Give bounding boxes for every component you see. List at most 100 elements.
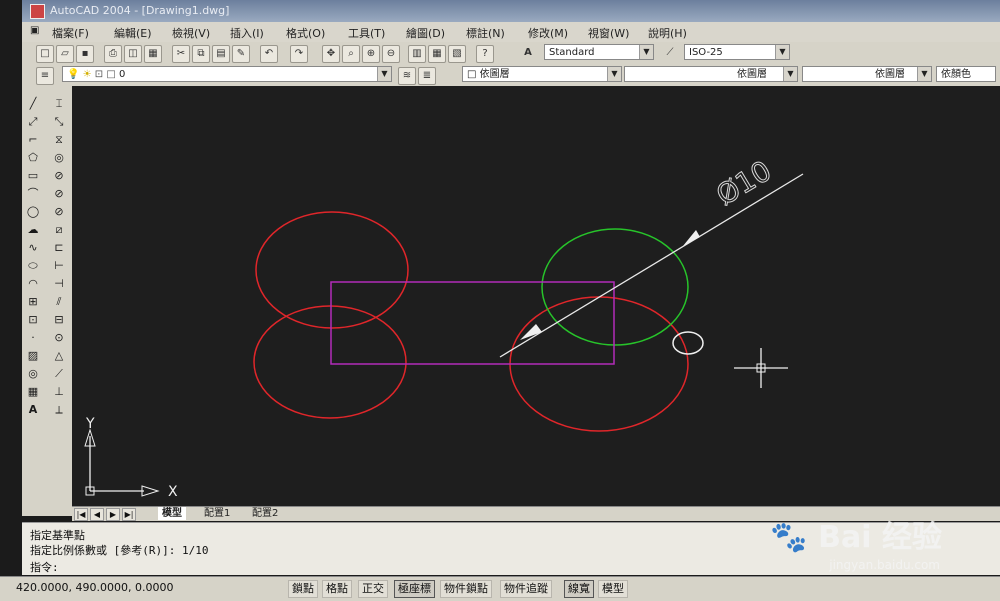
menu-modify[interactable]: 修改(M) [528, 25, 568, 41]
lineweight-toggle[interactable]: 線寬 [564, 580, 594, 598]
dim-aligned-icon[interactable]: ⟂ [50, 402, 68, 417]
menu-format[interactable]: 格式(O) [286, 25, 325, 41]
layer-previous-icon[interactable]: ≣ [418, 67, 436, 85]
text-style-select[interactable]: Standard ▼ [544, 44, 654, 60]
new-icon[interactable]: □ [36, 45, 54, 63]
scale-icon[interactable]: ⧄ [50, 222, 68, 237]
chevron-down-icon[interactable]: ▼ [917, 67, 931, 81]
layer-manager-icon[interactable]: ≡ [36, 67, 54, 85]
insert-block-icon[interactable]: ⊞ [24, 294, 42, 309]
snap-toggle[interactable]: 鎖點 [288, 580, 318, 598]
open-icon[interactable]: ▱ [56, 45, 74, 63]
menu-dimension[interactable]: 標註(N) [466, 25, 505, 41]
ortho-toggle[interactable]: 正交 [358, 580, 388, 598]
chevron-down-icon[interactable]: ▼ [607, 67, 621, 81]
preview-icon[interactable]: ◫ [124, 45, 142, 63]
otrack-toggle[interactable]: 物件追蹤 [500, 580, 552, 598]
magenta-rectangle[interactable] [330, 281, 615, 365]
region-icon[interactable]: ◎ [24, 366, 42, 381]
make-layer-current-icon[interactable]: ≋ [398, 67, 416, 85]
ellipse-icon[interactable]: ⬭ [24, 258, 42, 273]
circle-icon[interactable]: ◯ [24, 204, 42, 219]
publish-icon[interactable]: ▦ [144, 45, 162, 63]
save-icon[interactable]: ▪ [76, 45, 94, 63]
chevron-down-icon[interactable]: ▼ [639, 45, 653, 59]
osnap-toggle[interactable]: 物件鎖點 [440, 580, 492, 598]
small-white-circle[interactable] [672, 331, 704, 355]
last-tab-icon[interactable]: ▶| [122, 508, 136, 521]
cut-icon[interactable]: ✂ [172, 45, 190, 63]
red-circle-top-left[interactable] [255, 211, 409, 329]
menu-view[interactable]: 檢視(V) [172, 25, 210, 41]
break-icon[interactable]: ⫽ [50, 294, 68, 309]
menu-insert[interactable]: 插入(I) [230, 25, 264, 41]
match-properties-icon[interactable]: ✎ [232, 45, 250, 63]
tab-layout1[interactable]: 配置1 [200, 507, 234, 520]
print-icon[interactable]: ⎙ [104, 45, 122, 63]
polar-toggle[interactable]: 極座標 [394, 580, 435, 598]
polygon-icon[interactable]: ⬠ [24, 150, 42, 165]
color-select[interactable]: □ 依圖層 ▼ [462, 66, 622, 82]
extend-icon[interactable]: ⊣ [50, 276, 68, 291]
explode-icon[interactable]: ⟋ [50, 366, 68, 381]
construction-line-icon[interactable]: ⤢ [24, 114, 42, 129]
offset-icon[interactable]: ◎ [50, 150, 68, 165]
join-icon[interactable]: ⊟ [50, 312, 68, 327]
spline-icon[interactable]: ∿ [24, 240, 42, 255]
document-menu-icon[interactable]: ▣ [30, 25, 39, 36]
polyline-icon[interactable]: ⌐ [24, 132, 42, 147]
prev-tab-icon[interactable]: ◀ [90, 508, 104, 521]
mtext-icon[interactable]: A [24, 402, 42, 417]
next-tab-icon[interactable]: ▶ [106, 508, 120, 521]
ellipse-arc-icon[interactable]: ◠ [24, 276, 42, 291]
dim-style-select[interactable]: ISO-25 ▼ [684, 44, 790, 60]
copy-object-icon[interactable]: ⤡ [50, 114, 68, 129]
erase-icon[interactable]: ⌶ [50, 96, 68, 111]
autocad-app-icon[interactable] [30, 4, 45, 19]
command-prompt[interactable]: 指令: [30, 559, 59, 575]
chevron-down-icon[interactable]: ▼ [775, 45, 789, 59]
line-icon[interactable]: ╱ [24, 96, 42, 111]
tab-layout2[interactable]: 配置2 [248, 507, 282, 520]
move-icon[interactable]: ⊘ [50, 186, 68, 201]
chevron-down-icon[interactable]: ▼ [377, 67, 391, 81]
menu-window[interactable]: 視窗(W) [588, 25, 629, 41]
plotstyle-select[interactable]: 依顏色 [936, 66, 996, 82]
zoom-realtime-icon[interactable]: ⌕ [342, 45, 360, 63]
copy-icon[interactable]: ⧉ [192, 45, 210, 63]
array-icon[interactable]: ⊘ [50, 168, 68, 183]
first-tab-icon[interactable]: |◀ [74, 508, 88, 521]
tab-model[interactable]: 模型 [158, 507, 186, 520]
dimension-line[interactable] [499, 173, 804, 358]
red-circle-bottom-left[interactable] [253, 305, 407, 419]
dimension-text[interactable]: Ø10 [710, 154, 777, 213]
menu-help[interactable]: 說明(H) [648, 25, 687, 41]
table-icon[interactable]: ▦ [24, 384, 42, 399]
drawing-area[interactable]: Ø10 Y X [72, 86, 1000, 506]
coordinate-readout[interactable]: 420.0000, 490.0000, 0.0000 [16, 581, 173, 594]
menu-draw[interactable]: 繪圖(D) [406, 25, 445, 41]
fillet-icon[interactable]: △ [50, 348, 68, 363]
design-center-icon[interactable]: ▦ [428, 45, 446, 63]
revision-cloud-icon[interactable]: ☁ [24, 222, 42, 237]
model-toggle[interactable]: 模型 [598, 580, 628, 598]
grid-toggle[interactable]: 格點 [322, 580, 352, 598]
help-icon[interactable]: ? [476, 45, 494, 63]
make-block-icon[interactable]: ⊡ [24, 312, 42, 327]
menu-file[interactable]: 檔案(F) [52, 25, 89, 41]
hatch-icon[interactable]: ▨ [24, 348, 42, 363]
point-icon[interactable]: · [24, 330, 42, 345]
pan-icon[interactable]: ✥ [322, 45, 340, 63]
stretch-icon[interactable]: ⊏ [50, 240, 68, 255]
zoom-previous-icon[interactable]: ⊖ [382, 45, 400, 63]
dim-linear-icon[interactable]: ⊥ [50, 384, 68, 399]
undo-icon[interactable]: ↶ [260, 45, 278, 63]
trim-icon[interactable]: ⊢ [50, 258, 68, 273]
layer-select[interactable]: 💡 ☀ ⊡ □ 0 ▼ [62, 66, 392, 82]
rectangle-icon[interactable]: ▭ [24, 168, 42, 183]
lineweight-select[interactable]: 依圖層 ▼ [802, 66, 932, 82]
redo-icon[interactable]: ↷ [290, 45, 308, 63]
chevron-down-icon[interactable]: ▼ [783, 67, 797, 81]
paste-icon[interactable]: ▤ [212, 45, 230, 63]
menu-tools[interactable]: 工具(T) [348, 25, 385, 41]
